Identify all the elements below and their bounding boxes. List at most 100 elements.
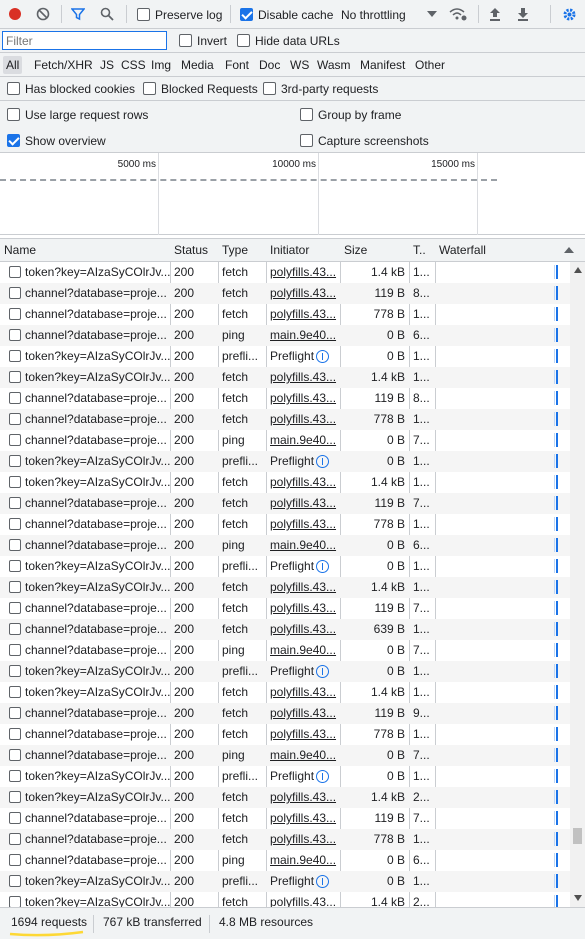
request-initiator[interactable]: main.9e40...	[266, 430, 340, 451]
type-all[interactable]: All	[3, 56, 23, 74]
column-time[interactable]: T..	[409, 239, 435, 261]
table-row[interactable]: token?key=AIzaSyCOlrJv... 200 fetch polyfil…	[0, 577, 570, 598]
request-initiator[interactable]: Preflight	[266, 766, 340, 787]
table-row[interactable]: channel?database=proje... 200 fetch polyfil…	[0, 619, 570, 640]
table-row[interactable]: channel?database=proje... 200 fetch polyfil…	[0, 808, 570, 829]
table-row[interactable]: token?key=AIzaSyCOlrJv... 200 fetch polyfil…	[0, 367, 570, 388]
request-initiator[interactable]: polyfills.43...	[266, 829, 340, 850]
table-row[interactable]: channel?database=proje... 200 fetch polyfil…	[0, 514, 570, 535]
column-status[interactable]: Status	[170, 239, 218, 261]
filter-icon[interactable]	[70, 6, 86, 22]
table-row[interactable]: token?key=AIzaSyCOlrJv... 200 prefli... Pre…	[0, 871, 570, 892]
scrollbar-thumb[interactable]	[573, 828, 582, 844]
row-checkbox[interactable]	[9, 875, 21, 887]
network-overview[interactable]: 5000 ms 10000 ms 15000 ms	[0, 153, 585, 235]
large-rows-checkbox[interactable]	[7, 108, 20, 121]
row-checkbox[interactable]	[9, 749, 21, 761]
scroll-up-icon[interactable]	[573, 266, 582, 274]
table-row[interactable]: channel?database=proje... 200 ping main.9e4…	[0, 640, 570, 661]
sort-ascending-icon[interactable]	[563, 244, 575, 256]
table-row[interactable]: token?key=AIzaSyCOlrJv... 200 fetch polyfil…	[0, 262, 570, 283]
type-ws[interactable]: WS	[287, 56, 312, 74]
row-checkbox[interactable]	[9, 476, 21, 488]
row-checkbox[interactable]	[9, 371, 21, 383]
request-initiator[interactable]: Preflight	[266, 556, 340, 577]
request-initiator[interactable]: polyfills.43...	[266, 283, 340, 304]
request-initiator[interactable]: polyfills.43...	[266, 262, 340, 283]
request-initiator[interactable]: polyfills.43...	[266, 682, 340, 703]
column-size[interactable]: Size	[340, 239, 409, 261]
row-checkbox[interactable]	[9, 686, 21, 698]
table-row[interactable]: channel?database=proje... 200 fetch polyfil…	[0, 409, 570, 430]
request-initiator[interactable]: polyfills.43...	[266, 514, 340, 535]
request-initiator[interactable]: main.9e40...	[266, 850, 340, 871]
row-checkbox[interactable]	[9, 539, 21, 551]
export-har-icon[interactable]	[515, 6, 531, 22]
row-checkbox[interactable]	[9, 896, 21, 907]
scroll-down-icon[interactable]	[573, 894, 582, 902]
chevron-down-icon[interactable]	[426, 8, 438, 20]
type-css[interactable]: CSS	[118, 56, 149, 74]
network-conditions-icon[interactable]	[449, 6, 467, 22]
row-checkbox[interactable]	[9, 602, 21, 614]
type-img[interactable]: Img	[148, 56, 174, 74]
request-initiator[interactable]: polyfills.43...	[266, 724, 340, 745]
table-row[interactable]: channel?database=proje... 200 ping main.9e4…	[0, 535, 570, 556]
row-checkbox[interactable]	[9, 518, 21, 530]
record-icon[interactable]	[7, 6, 23, 22]
request-initiator[interactable]: polyfills.43...	[266, 892, 340, 907]
type-fetch-xhr[interactable]: Fetch/XHR	[31, 56, 96, 74]
request-initiator[interactable]: Preflight	[266, 871, 340, 892]
request-initiator[interactable]: polyfills.43...	[266, 619, 340, 640]
table-row[interactable]: channel?database=proje... 200 ping main.9e4…	[0, 325, 570, 346]
row-checkbox[interactable]	[9, 812, 21, 824]
request-initiator[interactable]: polyfills.43...	[266, 388, 340, 409]
column-waterfall[interactable]: Waterfall	[435, 239, 555, 261]
request-initiator[interactable]: polyfills.43...	[266, 472, 340, 493]
table-row[interactable]: channel?database=proje... 200 fetch polyfil…	[0, 388, 570, 409]
row-checkbox[interactable]	[9, 350, 21, 362]
disable-cache-checkbox[interactable]	[240, 8, 253, 21]
row-checkbox[interactable]	[9, 266, 21, 278]
type-media[interactable]: Media	[178, 56, 217, 74]
request-initiator[interactable]: main.9e40...	[266, 640, 340, 661]
request-initiator[interactable]: polyfills.43...	[266, 598, 340, 619]
table-row[interactable]: token?key=AIzaSyCOlrJv... 200 fetch polyfil…	[0, 892, 570, 907]
group-by-frame-checkbox[interactable]	[300, 108, 313, 121]
table-row[interactable]: channel?database=proje... 200 fetch polyfil…	[0, 493, 570, 514]
table-row[interactable]: channel?database=proje... 200 fetch polyfil…	[0, 829, 570, 850]
request-initiator[interactable]: polyfills.43...	[266, 367, 340, 388]
type-manifest[interactable]: Manifest	[357, 56, 408, 74]
request-initiator[interactable]: polyfills.43...	[266, 577, 340, 598]
has-blocked-cookies-checkbox[interactable]	[7, 82, 20, 95]
column-initiator[interactable]: Initiator	[266, 239, 340, 261]
table-row[interactable]: token?key=AIzaSyCOlrJv... 200 prefli... Pre…	[0, 661, 570, 682]
row-checkbox[interactable]	[9, 413, 21, 425]
request-initiator[interactable]: main.9e40...	[266, 325, 340, 346]
row-checkbox[interactable]	[9, 560, 21, 572]
table-row[interactable]: channel?database=proje... 200 fetch polyfil…	[0, 724, 570, 745]
request-initiator[interactable]: Preflight	[266, 451, 340, 472]
row-checkbox[interactable]	[9, 392, 21, 404]
table-row[interactable]: channel?database=proje... 200 fetch polyfil…	[0, 283, 570, 304]
row-checkbox[interactable]	[9, 644, 21, 656]
column-name[interactable]: Name	[0, 239, 170, 261]
gear-icon[interactable]	[561, 6, 577, 22]
hide-data-urls-checkbox[interactable]	[237, 34, 250, 47]
table-row[interactable]: token?key=AIzaSyCOlrJv... 200 prefli... Pre…	[0, 346, 570, 367]
table-row[interactable]: channel?database=proje... 200 ping main.9e4…	[0, 850, 570, 871]
request-initiator[interactable]: Preflight	[266, 661, 340, 682]
table-row[interactable]: token?key=AIzaSyCOlrJv... 200 prefli... Pre…	[0, 766, 570, 787]
type-wasm[interactable]: Wasm	[314, 56, 354, 74]
show-overview-checkbox[interactable]	[7, 134, 20, 147]
request-initiator[interactable]: polyfills.43...	[266, 787, 340, 808]
request-initiator[interactable]: polyfills.43...	[266, 304, 340, 325]
row-checkbox[interactable]	[9, 833, 21, 845]
row-checkbox[interactable]	[9, 665, 21, 677]
table-row[interactable]: channel?database=proje... 200 fetch polyfil…	[0, 703, 570, 724]
table-row[interactable]: channel?database=proje... 200 ping main.9e4…	[0, 430, 570, 451]
request-initiator[interactable]: main.9e40...	[266, 535, 340, 556]
row-checkbox[interactable]	[9, 581, 21, 593]
import-har-icon[interactable]	[487, 6, 503, 22]
row-checkbox[interactable]	[9, 287, 21, 299]
